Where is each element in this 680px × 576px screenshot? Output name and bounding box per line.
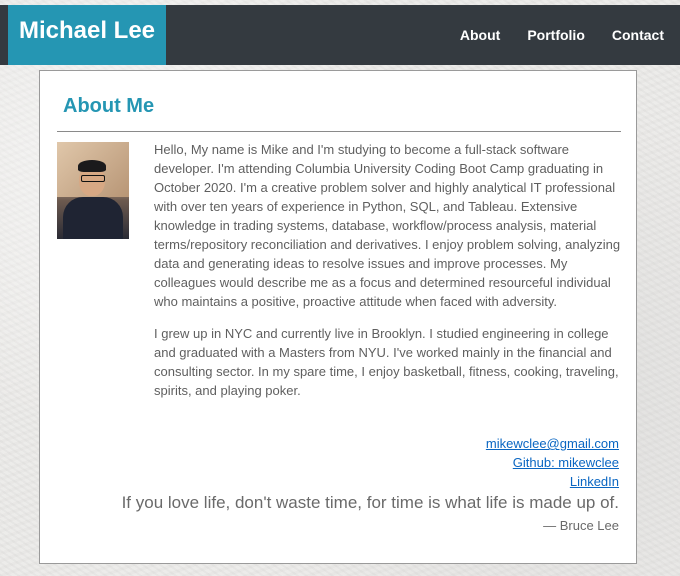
nav-link-about[interactable]: About xyxy=(460,5,500,65)
photo-shirt xyxy=(63,197,123,239)
nav-links: About Portfolio Contact xyxy=(433,5,664,65)
email-link[interactable]: mikewclee@gmail.com xyxy=(486,434,619,453)
profile-photo xyxy=(57,142,129,239)
photo-hair xyxy=(78,160,106,172)
nav-link-portfolio[interactable]: Portfolio xyxy=(527,5,585,65)
brand-logo-link[interactable]: Michael Lee xyxy=(8,5,166,65)
bio-paragraph: Hello, My name is Mike and I'm studying … xyxy=(154,142,621,309)
nav-link-contact[interactable]: Contact xyxy=(612,5,664,65)
github-link[interactable]: Github: mikewclee xyxy=(486,453,619,472)
contact-links: mikewclee@gmail.com Github: mikewclee Li… xyxy=(486,434,619,491)
bio-paragraph: I grew up in NYC and currently live in B… xyxy=(154,326,619,398)
navbar: Michael Lee About Portfolio Contact xyxy=(0,5,680,65)
quote-author: — Bruce Lee xyxy=(543,518,619,533)
about-card: About Me Hello, My name is Mike and I'm … xyxy=(39,70,637,564)
title-divider xyxy=(57,131,621,132)
photo-glasses xyxy=(81,175,105,182)
quote-text: If you love life, don't waste time, for … xyxy=(121,493,619,512)
section-title: About Me xyxy=(63,95,155,117)
linkedin-link[interactable]: LinkedIn xyxy=(486,472,619,491)
bio-text: Hello, My name is Mike and I'm studying … xyxy=(154,140,624,413)
